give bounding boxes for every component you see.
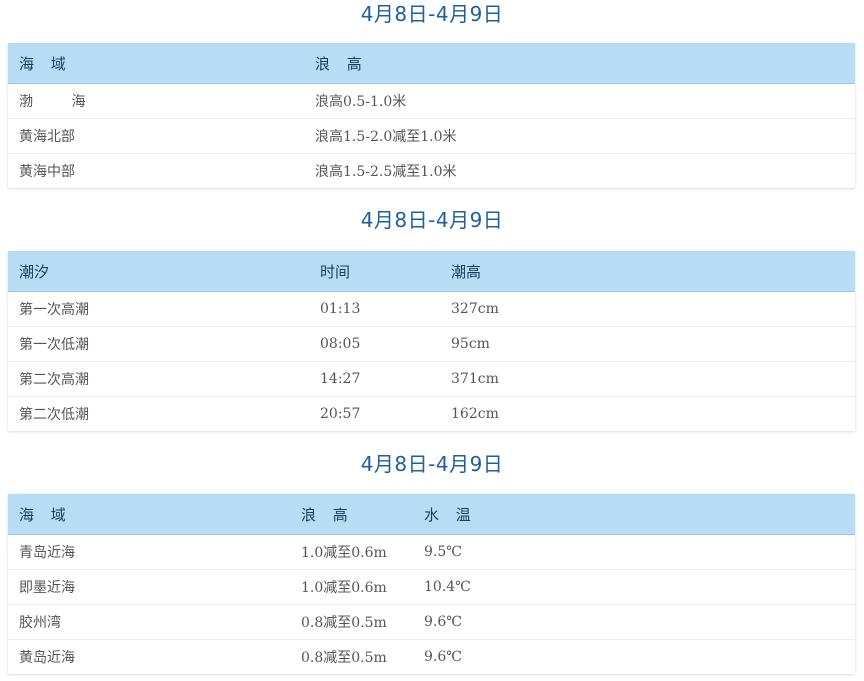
cell-tide-time: 08:05 [320,336,361,352]
cell-wave-height: 1.0减至0.6m [301,580,387,596]
table-row: 第二次低潮 20:57 162cm [8,397,855,431]
cell-sea-area: 即墨近海 [19,580,75,596]
table-row: 第一次低潮 08:05 95cm [8,327,855,362]
table-header: 海 域 浪 高 水 温 [8,494,855,535]
header-water-temp: 水 温 [424,505,477,524]
table-row: 第一次高潮 01:13 327cm [8,292,855,327]
cell-wave-height: 浪高1.5-2.0减至1.0米 [315,129,457,145]
table-row: 黄海北部 浪高1.5-2.0减至1.0米 [8,119,855,154]
cell-sea-area: 黄岛近海 [19,650,75,666]
cell-sea-area: 胶州湾 [19,615,61,631]
table-row: 渤 海 浪高0.5-1.0米 [8,84,855,119]
cell-wave-height: 浪高1.5-2.5减至1.0米 [315,164,457,180]
table-row: 即墨近海 1.0减至0.6m 10.4℃ [8,570,855,605]
table-header: 海 域 浪 高 [8,43,855,84]
header-sea-area: 海 域 [19,505,72,524]
header-wave-height: 浪 高 [301,505,354,524]
wave-forecast-table: 海 域 浪 高 渤 海 浪高0.5-1.0米 黄海北部 浪高1.5-2.0减至1… [8,43,855,188]
cell-sea-area: 黄海北部 [19,129,75,145]
coastal-forecast-table: 海 域 浪 高 水 温 青岛近海 1.0减至0.6m 9.5℃ 即墨近海 1.0… [8,494,855,674]
header-tide-height: 潮高 [451,262,482,281]
header-sea-area: 海 域 [19,54,72,73]
cell-tide-name: 第二次低潮 [19,407,89,423]
tide-forecast-table: 潮汐 时间 潮高 第一次高潮 01:13 327cm 第一次低潮 08:05 9… [8,251,855,431]
cell-water-temp: 10.4℃ [424,579,471,595]
cell-sea-area: 黄海中部 [19,164,75,180]
cell-wave-height: 0.8减至0.5m [301,615,387,631]
table-row: 第二次高潮 14:27 371cm [8,362,855,397]
header-tide: 潮汐 [19,262,50,281]
cell-tide-time: 14:27 [320,371,361,387]
cell-tide-name: 第一次低潮 [19,337,89,353]
cell-wave-height: 0.8减至0.5m [301,650,387,666]
cell-wave-height: 浪高0.5-1.0米 [315,94,407,110]
cell-tide-height: 327cm [451,301,499,317]
cell-tide-time: 01:13 [320,301,361,317]
table-row: 青岛近海 1.0减至0.6m 9.5℃ [8,535,855,570]
cell-water-temp: 9.5℃ [424,544,462,560]
header-time: 时间 [320,262,351,281]
cell-water-temp: 9.6℃ [424,649,462,665]
header-wave-height: 浪 高 [315,54,368,73]
cell-tide-height: 162cm [451,406,499,422]
table-row: 黄岛近海 0.8减至0.5m 9.6℃ [8,640,855,674]
wave-forecast-date-title: 4月8日-4月9日 [360,2,504,26]
table-row: 黄海中部 浪高1.5-2.5减至1.0米 [8,154,855,188]
table-header: 潮汐 时间 潮高 [8,251,855,292]
cell-tide-name: 第一次高潮 [19,302,89,318]
cell-water-temp: 9.6℃ [424,614,462,630]
cell-tide-time: 20:57 [320,406,361,422]
cell-sea-area: 青岛近海 [19,545,75,561]
cell-tide-name: 第二次高潮 [19,372,89,388]
cell-tide-height: 95cm [451,336,490,352]
cell-wave-height: 1.0减至0.6m [301,545,387,561]
tide-forecast-date-title: 4月8日-4月9日 [360,208,504,232]
table-row: 胶州湾 0.8减至0.5m 9.6℃ [8,605,855,640]
cell-tide-height: 371cm [451,371,499,387]
coastal-forecast-date-title: 4月8日-4月9日 [360,452,504,476]
cell-sea-area: 渤 海 [19,94,103,110]
